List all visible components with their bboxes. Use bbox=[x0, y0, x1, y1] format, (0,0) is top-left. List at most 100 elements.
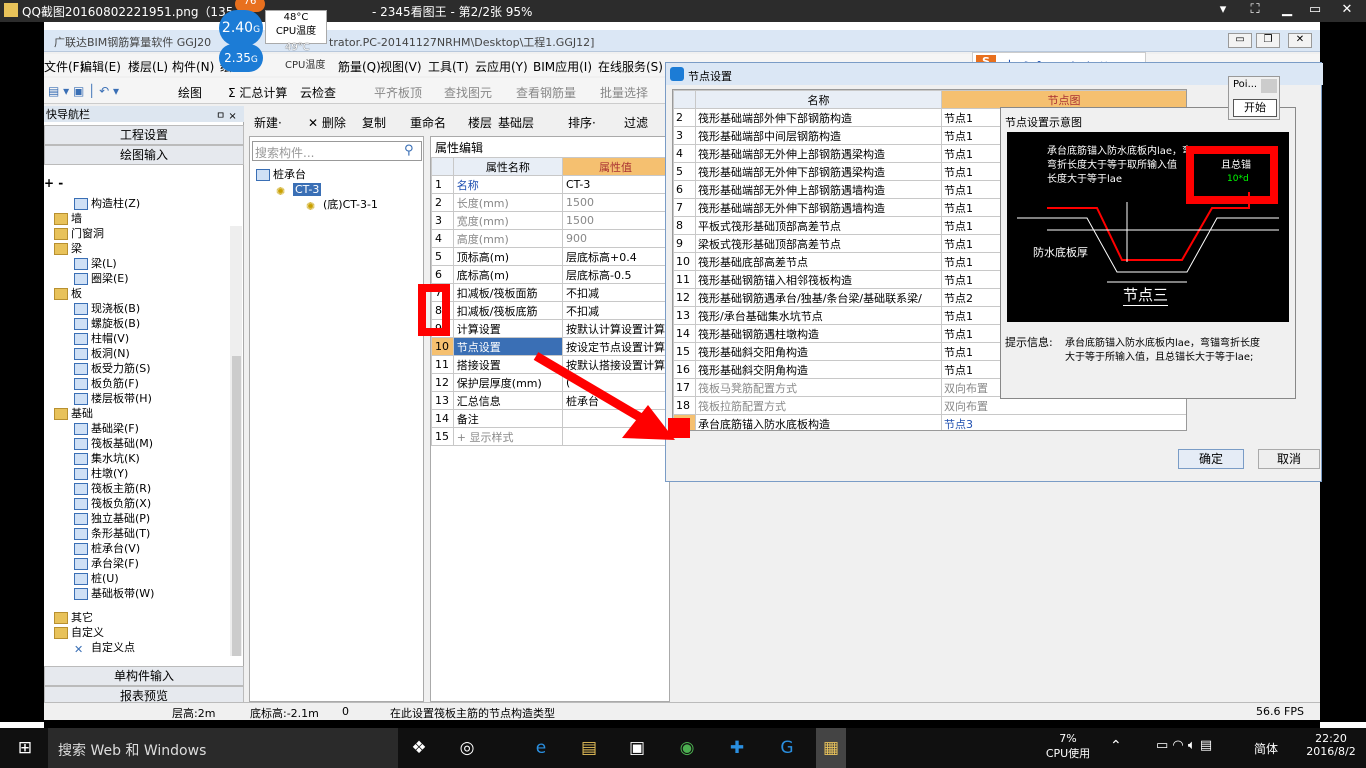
task-view-icon[interactable]: ❖ bbox=[404, 736, 434, 760]
tree-folder[interactable]: 自定义 bbox=[54, 625, 104, 640]
tree-item[interactable]: 筏板基础(M) bbox=[74, 436, 153, 451]
toolbar-rebar-button[interactable]: 查看钢筋量 bbox=[516, 84, 576, 101]
viewer-fullscreen-icon[interactable]: ⛶ bbox=[1240, 2, 1270, 17]
tree-item[interactable]: 构造柱(Z) bbox=[74, 196, 140, 211]
tree-folder[interactable]: 门窗洞 bbox=[54, 226, 104, 241]
app-restore-button[interactable]: ❐ bbox=[1256, 33, 1280, 48]
viewer-close-icon[interactable]: ✕ bbox=[1332, 2, 1362, 17]
tree-item[interactable]: 柱帽(V) bbox=[74, 331, 129, 346]
ime-language[interactable]: 简体 bbox=[1254, 740, 1278, 757]
tree-folder[interactable]: 基础 bbox=[54, 406, 93, 421]
tree-item[interactable]: 圈梁(E) bbox=[74, 271, 129, 286]
property-tab[interactable]: 属性编辑 bbox=[435, 139, 483, 156]
app-minimize-button[interactable]: ▭ bbox=[1228, 33, 1252, 48]
filter-button[interactable]: 过滤 bbox=[624, 114, 648, 131]
menu-cloud[interactable]: 云应用(Y) bbox=[475, 58, 528, 75]
app-close-button[interactable]: ✕ bbox=[1288, 33, 1312, 48]
slab-hole-icon bbox=[74, 348, 88, 360]
tree-item[interactable]: 筏板负筋(X) bbox=[74, 496, 151, 511]
tray-icons[interactable]: ▭ ◠ 🔈︎ ▤ bbox=[1156, 738, 1212, 753]
cancel-button[interactable]: 取消 bbox=[1258, 449, 1320, 469]
edge-icon[interactable]: e bbox=[526, 736, 556, 760]
ggj-app-icon[interactable]: G bbox=[772, 736, 802, 760]
browser-icon[interactable]: ◎ bbox=[452, 736, 482, 760]
nav-header: 快导航栏 bbox=[44, 106, 244, 122]
menu-file[interactable]: 文件(F) bbox=[44, 58, 84, 75]
tree-item[interactable]: 基础梁(F) bbox=[74, 421, 139, 436]
new-component-button[interactable]: 新建· bbox=[254, 114, 282, 131]
menu-tools[interactable]: 工具(T) bbox=[428, 58, 469, 75]
tree-item[interactable]: 板受力筋(S) bbox=[74, 361, 151, 376]
tree-item[interactable]: 集水坑(K) bbox=[74, 451, 140, 466]
sort-button[interactable]: 排序· bbox=[568, 114, 596, 131]
tree-folder[interactable]: 板 bbox=[54, 286, 82, 301]
tree-item[interactable]: ✕ 自定义点 bbox=[74, 640, 135, 656]
menu-bim[interactable]: BIM应用(I) bbox=[533, 58, 592, 75]
menu-component[interactable]: 构件(N) bbox=[172, 58, 214, 75]
toolbar-sum-button[interactable]: Σ 汇总计算 bbox=[228, 84, 287, 101]
floor-select[interactable]: 基础层 bbox=[498, 114, 534, 131]
toolbar-batch-button[interactable]: 批量选择 bbox=[600, 84, 648, 101]
ok-button[interactable]: 确定 bbox=[1178, 449, 1244, 469]
tree-item[interactable]: 桩(U) bbox=[74, 571, 119, 586]
toolbar-cloudcheck-button[interactable]: 云检查 bbox=[300, 84, 336, 101]
menu-view[interactable]: 视图(V) bbox=[380, 58, 422, 75]
tree-item[interactable]: 筏板主筋(R) bbox=[74, 481, 151, 496]
image-viewer-icon[interactable]: ▦ bbox=[816, 728, 846, 768]
rename-button[interactable]: 重命名 bbox=[410, 114, 446, 131]
tree-item[interactable]: 条形基础(T) bbox=[74, 526, 150, 541]
nav-scroll-thumb[interactable] bbox=[232, 356, 241, 656]
nav-section-single[interactable]: 单构件输入 bbox=[44, 666, 244, 686]
tree-selected-item[interactable]: ✺ CT-3 bbox=[276, 182, 322, 198]
tree-item[interactable]: 梁(L) bbox=[74, 256, 117, 271]
tree-root[interactable]: 桩承台 bbox=[256, 167, 306, 182]
delete-button[interactable]: ✕ 删除 bbox=[308, 114, 346, 131]
windows-start-icon[interactable]: ⊞ bbox=[10, 736, 40, 760]
viewer-restore-icon[interactable]: ▭ bbox=[1300, 2, 1330, 17]
slab-icon bbox=[74, 303, 88, 315]
nav-section-drawing[interactable]: 绘图输入 bbox=[44, 145, 244, 165]
tree-item[interactable]: 板负筋(F) bbox=[74, 376, 139, 391]
toolbar-folder-icon[interactable]: ▤ ▾ ▣ │ ↶ ▾ bbox=[48, 84, 119, 98]
menu-edit[interactable]: 编辑(E) bbox=[80, 58, 121, 75]
app-icon-green[interactable]: ◉ bbox=[672, 736, 702, 760]
selected-node-value[interactable]: 节点3 bbox=[941, 414, 1186, 430]
app-icon-plus[interactable]: ✚ bbox=[722, 736, 752, 760]
tree-sub-item[interactable]: ✺ (底)CT-3-1 bbox=[306, 197, 378, 213]
tree-item[interactable]: 现浇板(B) bbox=[74, 301, 140, 316]
toolbar-find-button[interactable]: 查找图元 bbox=[444, 84, 492, 101]
taskbar-search-box[interactable]: 搜索 Web 和 Windows bbox=[48, 728, 398, 768]
tree-item[interactable]: 板洞(N) bbox=[74, 346, 130, 361]
tree-item[interactable]: 楼层板带(H) bbox=[74, 391, 152, 406]
tree-folder[interactable]: 其它 bbox=[54, 610, 93, 625]
tree-item[interactable]: 螺旋板(B) bbox=[74, 316, 140, 331]
tree-item[interactable]: 柱墩(Y) bbox=[74, 466, 128, 481]
component-search-input[interactable]: 搜索构件... bbox=[252, 141, 422, 161]
chevron-up-icon[interactable]: ⌃ bbox=[1110, 738, 1122, 754]
toolbar-align-button[interactable]: 平齐板顶 bbox=[374, 84, 422, 101]
menu-rebar[interactable]: 筋量(Q) bbox=[338, 58, 381, 75]
menu-floor[interactable]: 楼层(L) bbox=[128, 58, 168, 75]
nav-pin-icon[interactable]: ㅁ × bbox=[216, 107, 237, 122]
toolbar-draw-button[interactable]: 绘图 bbox=[178, 84, 202, 101]
search-icon[interactable]: ⚲ bbox=[404, 143, 414, 158]
taskbar-clock[interactable]: 22:20 2016/8/2 bbox=[1300, 732, 1362, 758]
store-icon[interactable]: ▣ bbox=[622, 736, 652, 760]
tree-item[interactable]: 基础板带(W) bbox=[74, 586, 154, 601]
tree-folder[interactable]: 梁 bbox=[54, 241, 82, 256]
tree-item[interactable]: 桩承台(V) bbox=[74, 541, 140, 556]
file-explorer-icon[interactable]: ▤ bbox=[574, 736, 604, 760]
copy-button[interactable]: 复制 bbox=[362, 114, 386, 131]
nav-section-settings[interactable]: 工程设置 bbox=[44, 125, 244, 145]
viewer-minimize-icon[interactable]: ▁ bbox=[1272, 2, 1302, 17]
popup-close-icon[interactable] bbox=[1261, 79, 1277, 93]
selected-node-row[interactable]: 承台底筋锚入防水底板构造 bbox=[695, 414, 942, 430]
dialog-icon bbox=[670, 67, 684, 81]
menu-online[interactable]: 在线服务(S) bbox=[598, 58, 663, 75]
tree-item[interactable]: 承台梁(F) bbox=[74, 556, 139, 571]
tree-folder[interactable]: 墙 bbox=[54, 211, 82, 226]
start-button[interactable]: 开始 bbox=[1233, 99, 1277, 117]
tree-item[interactable]: 独立基础(P) bbox=[74, 511, 150, 526]
viewer-menu-icon[interactable]: ▾ bbox=[1208, 2, 1238, 17]
pile-cap-icon bbox=[74, 543, 88, 555]
